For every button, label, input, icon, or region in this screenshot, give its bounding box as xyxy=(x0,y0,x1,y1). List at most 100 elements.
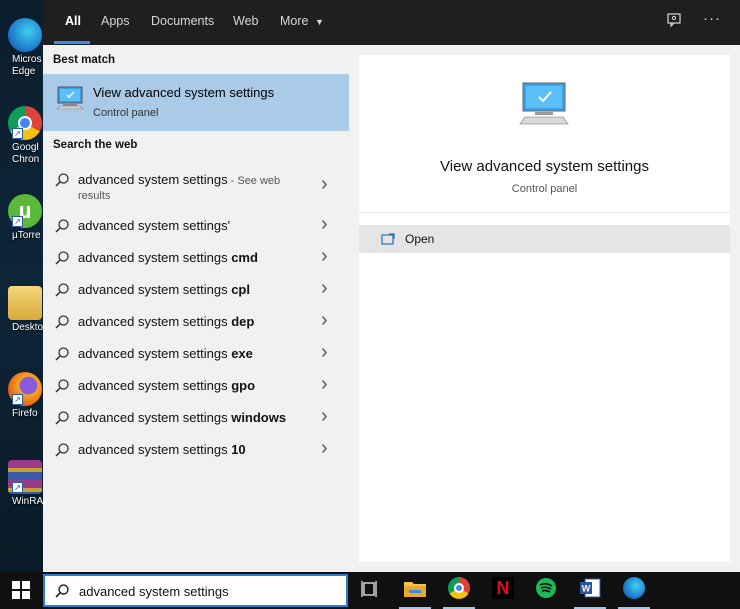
web-suggestion-item[interactable]: advanced system settings - See web result… xyxy=(43,164,349,208)
best-match-item[interactable]: View advanced system settings Control pa… xyxy=(43,74,349,131)
taskbar-search-box[interactable]: advanced system settings xyxy=(43,574,348,607)
open-icon xyxy=(381,232,395,250)
desktop-icon-chrome[interactable]: ↗ Googl Chron xyxy=(8,106,43,165)
suggestion-completion: dep xyxy=(231,314,255,329)
suggestion-query: advanced system settings xyxy=(78,172,228,187)
web-suggestion-item[interactable]: advanced system settings windows › xyxy=(43,402,349,434)
suggestion-query: advanced system settings xyxy=(78,442,232,457)
tab-documents[interactable]: Documents xyxy=(151,14,214,28)
shortcut-arrow-icon: ↗ xyxy=(12,482,23,493)
see-web-results-hint: - See web xyxy=(227,175,281,187)
desktop-icon-winrar[interactable]: ↗ WinRA xyxy=(8,460,43,507)
chevron-right-icon[interactable]: › xyxy=(321,405,328,428)
task-view-icon[interactable] xyxy=(359,578,385,604)
desktop-icon-edge[interactable]: Micros Edge xyxy=(8,18,43,77)
desktop-icon-label: Googl Chron xyxy=(12,142,40,165)
desktop-icon-utorrent[interactable]: µ ↗ µTorre xyxy=(8,194,43,241)
suggestion-query: advanced system settings' xyxy=(78,218,231,233)
chrome-icon[interactable] xyxy=(448,577,474,603)
chevron-right-icon[interactable]: › xyxy=(321,437,328,460)
desktop-icon-firefox[interactable]: ↗ Firefo xyxy=(8,372,43,419)
suggestion-completion: cmd xyxy=(231,250,258,265)
open-action[interactable]: Open xyxy=(359,225,730,253)
chevron-right-icon[interactable]: › xyxy=(321,213,328,236)
suggestion-text: advanced system settings cpl xyxy=(78,282,250,297)
tab-all[interactable]: All xyxy=(65,14,81,28)
see-web-results-hint: results xyxy=(78,190,111,202)
desktop-icon-label: Firefo xyxy=(12,408,38,419)
chevron-right-icon[interactable]: › xyxy=(321,309,328,332)
desktop-icon-label: Deskto xyxy=(12,322,43,333)
search-icon xyxy=(54,282,70,303)
suggestion-completion: gpo xyxy=(231,378,256,393)
suggestion-text: advanced system settings gpo xyxy=(78,378,255,393)
suggestion-text: advanced system settings 10 xyxy=(78,442,246,457)
web-suggestion-item[interactable]: advanced system settings 10 › xyxy=(43,434,349,466)
suggestion-completion: windows xyxy=(231,410,287,425)
suggestion-query: advanced system settings xyxy=(78,378,232,393)
suggestion-text: advanced system settings exe xyxy=(78,346,253,361)
shortcut-arrow-icon: ↗ xyxy=(12,216,23,227)
search-icon xyxy=(54,378,70,399)
suggestion-completion: exe xyxy=(231,346,253,361)
suggestion-query: advanced system settings xyxy=(78,314,232,329)
web-suggestion-item[interactable]: advanced system settings exe › xyxy=(43,338,349,370)
web-suggestion-item[interactable]: advanced system settings gpo › xyxy=(43,370,349,402)
desktop-icon-label: WinRA xyxy=(12,496,43,507)
search-icon xyxy=(54,172,70,193)
search-web-heading: Search the web xyxy=(53,139,138,151)
spotify-icon[interactable] xyxy=(535,577,561,603)
ellipsis-icon[interactable]: ··· xyxy=(703,10,721,27)
web-suggestion-item[interactable]: advanced system settings cmd › xyxy=(43,242,349,274)
tab-more[interactable]: More ▼ xyxy=(280,14,324,28)
suggestion-text: advanced system settings windows xyxy=(78,410,286,425)
open-label: Open xyxy=(405,232,435,246)
windows-start-icon[interactable] xyxy=(10,579,36,605)
best-match-subtitle: Control panel xyxy=(93,107,159,119)
suggestion-text: advanced system settings dep xyxy=(78,314,254,329)
web-suggestion-item[interactable]: advanced system settings dep › xyxy=(43,306,349,338)
search-icon xyxy=(54,314,70,335)
chevron-right-icon[interactable]: › xyxy=(321,173,328,196)
suggestion-completion: cpl xyxy=(231,282,250,297)
suggestion-query: advanced system settings xyxy=(78,282,232,297)
chevron-right-icon[interactable]: › xyxy=(321,341,328,364)
desktop-icon-desktop-folder[interactable]: Deskto xyxy=(8,286,43,333)
monitor-settings-icon xyxy=(517,79,571,134)
search-icon xyxy=(54,218,70,239)
detail-panel: View advanced system settings Control pa… xyxy=(349,45,740,572)
search-icon xyxy=(54,583,70,604)
suggestion-text: advanced system settings cmd xyxy=(78,250,258,265)
desktop-icon-label: µTorre xyxy=(12,230,41,241)
monitor-settings-icon xyxy=(55,85,85,118)
suggestion-text: advanced system settings - See web xyxy=(78,172,280,187)
suggestion-query: advanced system settings xyxy=(78,250,232,265)
feedback-icon[interactable] xyxy=(666,12,682,32)
search-icon xyxy=(54,250,70,271)
search-icon xyxy=(54,410,70,431)
search-icon xyxy=(54,346,70,367)
suggestion-query: advanced system settings xyxy=(78,410,232,425)
web-suggestion-item[interactable]: advanced system settings cpl › xyxy=(43,274,349,306)
search-input[interactable]: advanced system settings xyxy=(79,584,229,599)
taskbar: advanced system settings N W xyxy=(0,572,740,609)
search-scope-bar: All Apps Documents Web More ▼ ··· xyxy=(43,0,740,45)
netflix-icon[interactable]: N xyxy=(492,577,518,603)
edge-icon[interactable] xyxy=(623,577,649,603)
file-explorer-icon[interactable] xyxy=(403,577,429,603)
results-panel: Best match View advanced system settings… xyxy=(43,45,349,572)
tab-apps[interactable]: Apps xyxy=(101,14,130,28)
detail-subtitle: Control panel xyxy=(511,183,578,195)
desktop-area: Micros Edge ↗ Googl Chron µ ↗ µTorre Des… xyxy=(0,0,43,572)
shortcut-arrow-icon: ↗ xyxy=(12,394,23,405)
suggestion-completion: 10 xyxy=(231,442,246,457)
svg-text:W: W xyxy=(582,584,591,594)
word-icon[interactable]: W xyxy=(579,577,605,603)
web-suggestion-item[interactable]: advanced system settings' › xyxy=(43,210,349,242)
divider xyxy=(359,212,730,213)
tab-web[interactable]: Web xyxy=(233,14,258,28)
chevron-right-icon[interactable]: › xyxy=(321,245,328,268)
detail-title: View advanced system settings xyxy=(440,158,649,175)
chevron-right-icon[interactable]: › xyxy=(321,373,328,396)
chevron-right-icon[interactable]: › xyxy=(321,277,328,300)
